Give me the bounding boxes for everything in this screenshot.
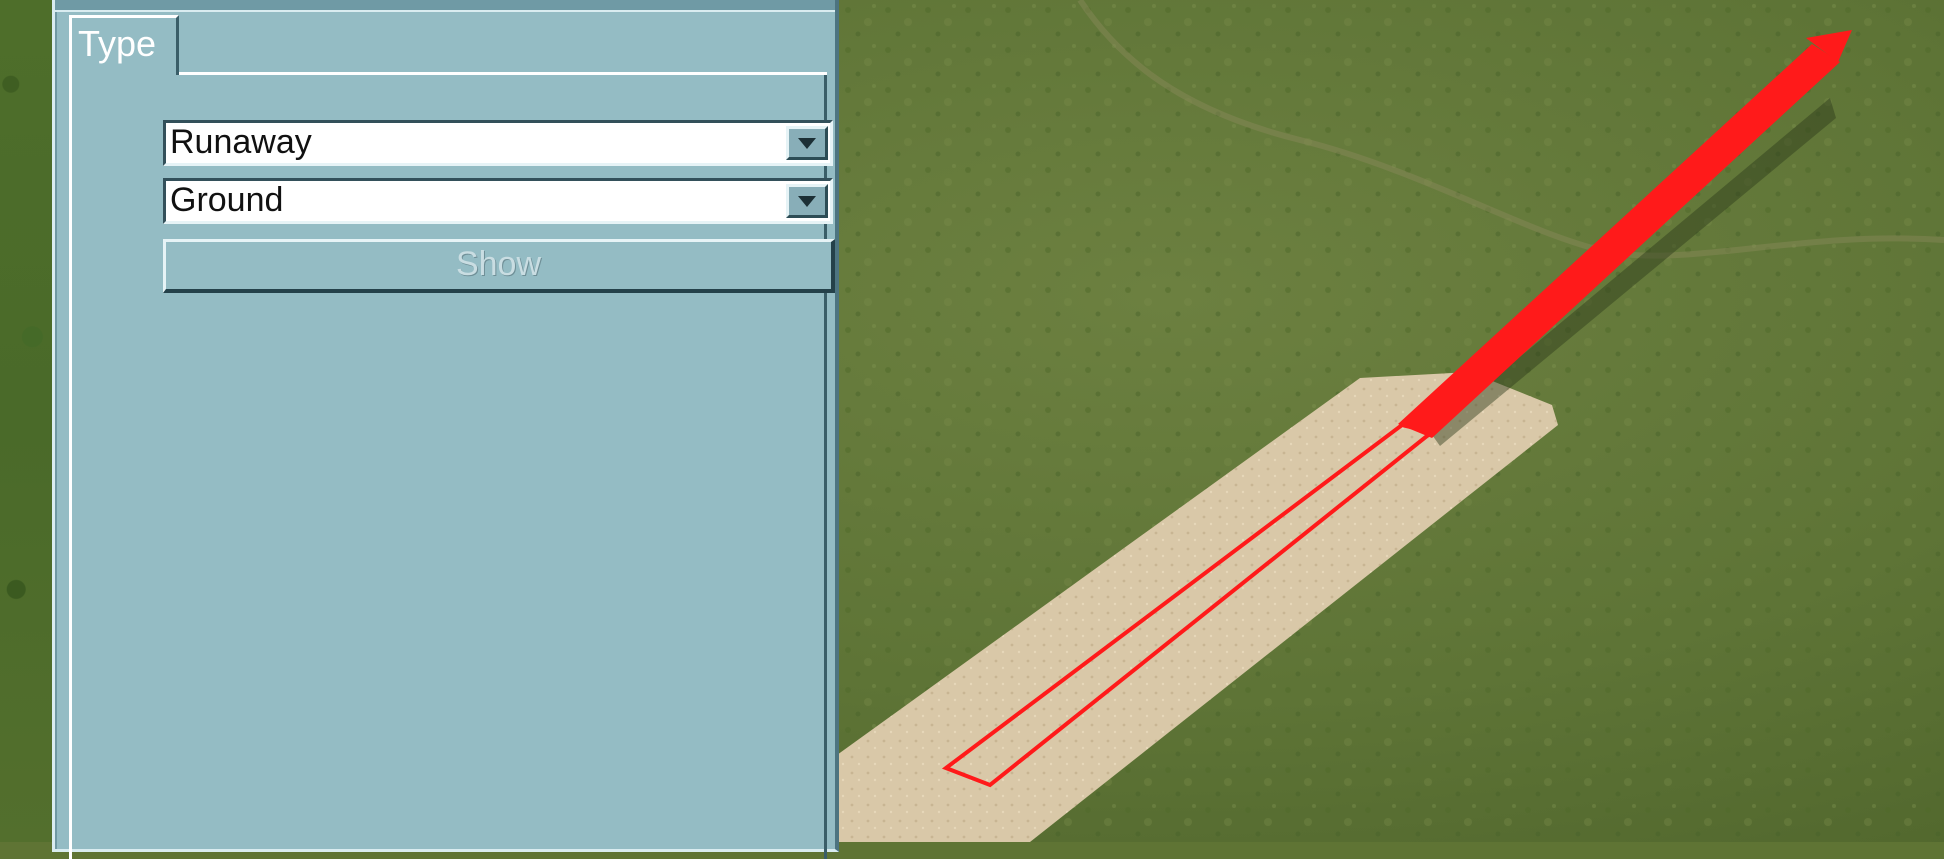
surface-select-value: Ground [170,181,284,219]
surface-select[interactable]: Ground [163,178,833,224]
panel-title-bar [55,0,835,12]
chevron-down-icon [798,196,816,207]
terrain-left-edge [0,0,54,842]
type-select-value: Runaway [170,123,312,161]
tab-strip: Type [69,15,827,77]
tab-type-label: Type [78,23,157,64]
type-select-dropdown-button[interactable] [786,126,828,160]
chevron-down-icon [798,138,816,149]
type-select[interactable]: Runaway [163,120,833,166]
properties-panel: Type Runaway Ground Show [52,0,839,859]
tab-type[interactable]: Type [69,15,179,75]
show-button[interactable]: Show [163,239,835,293]
surface-select-dropdown-button[interactable] [786,184,828,218]
